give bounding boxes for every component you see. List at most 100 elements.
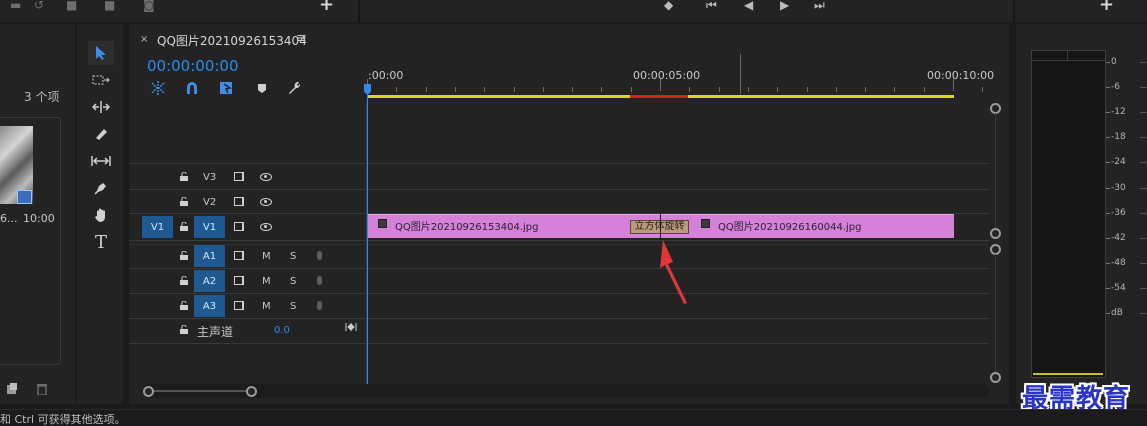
- video-scroll-knob-bottom[interactable]: [990, 228, 1001, 239]
- render-bar-red: [630, 95, 688, 98]
- track-divider: [129, 318, 989, 319]
- linked-selection-icon[interactable]: [218, 80, 234, 96]
- lock-icon[interactable]: [180, 325, 188, 334]
- marker-icon[interactable]: ◆: [664, 0, 673, 12]
- add-button[interactable]: +: [319, 0, 334, 14]
- db-tick: [1106, 87, 1110, 89]
- sequence-tab-title[interactable]: QQ图片20210926153404: [157, 32, 307, 49]
- mic-icon[interactable]: [317, 251, 322, 260]
- rewind-icon[interactable]: ◀: [744, 0, 753, 12]
- master-track-label: 主声道: [197, 325, 234, 339]
- db-side-tick: [1140, 287, 1147, 289]
- sync-lock-icon[interactable]: [234, 197, 244, 206]
- camera-icon[interactable]: ◙: [143, 0, 155, 12]
- slip-tool-icon[interactable]: [88, 149, 114, 173]
- lock-icon[interactable]: [180, 276, 188, 285]
- eye-icon[interactable]: [260, 198, 272, 206]
- mute-button[interactable]: M: [262, 276, 271, 287]
- export-icon[interactable]: ▬: [10, 0, 21, 12]
- db-side-tick: [1140, 212, 1147, 214]
- step-forward-icon[interactable]: ⏭: [814, 0, 825, 12]
- master-volume-value[interactable]: 0.0: [274, 325, 290, 336]
- add-button[interactable]: +: [1099, 0, 1114, 14]
- ripple-edit-tool-icon[interactable]: [88, 95, 114, 119]
- db-label: -12: [1111, 107, 1126, 118]
- pen-tool-icon[interactable]: [88, 176, 114, 200]
- time-ruler[interactable]: [367, 79, 987, 92]
- solo-button[interactable]: S: [290, 301, 296, 312]
- track-divider: [129, 343, 989, 344]
- zoom-range[interactable]: [152, 390, 248, 392]
- clip-1-name: QQ图片20210926153404.jpg: [395, 222, 539, 233]
- trash-icon[interactable]: [36, 383, 48, 395]
- sync-lock-icon[interactable]: [234, 251, 244, 260]
- ruler-tick: [982, 87, 984, 92]
- vertical-scroll-track[interactable]: [995, 113, 996, 228]
- playhead-timecode[interactable]: 00:00:00:00: [147, 57, 239, 75]
- db-label: -24: [1111, 157, 1126, 168]
- step-back-icon[interactable]: ⏮: [706, 0, 717, 12]
- mic-icon[interactable]: [317, 301, 322, 310]
- close-tab-icon[interactable]: ×: [140, 34, 148, 45]
- edit-point: [660, 214, 661, 240]
- lock-icon[interactable]: [180, 251, 188, 260]
- horizontal-scrollbar[interactable]: [143, 384, 989, 398]
- status-bar: [0, 409, 1147, 426]
- db-label: -54: [1111, 282, 1126, 293]
- db-tick: [1106, 162, 1110, 164]
- type-tool-icon[interactable]: T: [88, 230, 114, 254]
- panel-divider: [1013, 0, 1015, 22]
- mic-icon[interactable]: [317, 276, 322, 285]
- eye-icon[interactable]: [260, 223, 272, 231]
- ruler-tick: [630, 87, 632, 92]
- sync-lock-icon[interactable]: [234, 276, 244, 285]
- track-target-a3[interactable]: A3: [194, 295, 225, 317]
- play-icon[interactable]: ▶: [780, 0, 789, 12]
- audio-scroll-knob-bottom[interactable]: [990, 372, 1001, 383]
- track-target-a2[interactable]: A2: [194, 270, 225, 292]
- solo-button[interactable]: S: [290, 276, 296, 287]
- eye-icon[interactable]: [260, 173, 272, 181]
- image-badge-icon: [17, 190, 32, 204]
- snap-magnet-icon[interactable]: [184, 80, 200, 96]
- zoom-handle-left[interactable]: [143, 386, 154, 397]
- sync-lock-icon[interactable]: [234, 222, 244, 231]
- share-icon[interactable]: ↺: [34, 0, 44, 12]
- clip-2-name: QQ图片20210926160044.jpg: [718, 222, 862, 233]
- vertical-scroll-track[interactable]: [995, 254, 996, 372]
- track-target-a1[interactable]: A1: [194, 245, 225, 267]
- lock-icon[interactable]: [180, 197, 188, 206]
- db-label: -42: [1111, 232, 1126, 243]
- solo-button[interactable]: S: [290, 251, 296, 262]
- panel-menu-icon[interactable]: ≡: [296, 31, 307, 46]
- zoom-handle-right[interactable]: [246, 386, 257, 397]
- fx-icon: [378, 219, 387, 228]
- insert-icon[interactable]: ■: [66, 0, 77, 12]
- nest-sequence-icon[interactable]: [150, 80, 166, 96]
- track-select-tool-icon[interactable]: [88, 68, 114, 92]
- lock-icon[interactable]: [180, 172, 188, 181]
- razor-tool-icon[interactable]: [88, 122, 114, 146]
- mute-button[interactable]: M: [262, 301, 271, 312]
- lock-icon[interactable]: [180, 301, 188, 310]
- db-side-tick: [1140, 262, 1147, 264]
- track-target-v1[interactable]: V1: [194, 216, 225, 238]
- lock-icon[interactable]: [180, 222, 188, 231]
- sync-lock-icon[interactable]: [234, 172, 244, 181]
- hand-tool-icon[interactable]: [88, 203, 114, 227]
- ruler-tick: [513, 87, 515, 92]
- source-patch-v1[interactable]: V1: [142, 216, 173, 238]
- db-tick: [1106, 112, 1110, 114]
- overwrite-icon[interactable]: ■: [104, 0, 115, 12]
- sync-lock-icon[interactable]: [234, 301, 244, 310]
- track-divider: [129, 268, 989, 269]
- wrench-settings-icon[interactable]: [286, 80, 302, 96]
- mute-button[interactable]: M: [262, 251, 271, 262]
- track-divider: [129, 293, 989, 294]
- ruler-tick: [865, 87, 867, 92]
- add-marker-icon[interactable]: [254, 80, 270, 96]
- selection-tool-icon[interactable]: [88, 41, 114, 65]
- ruler-tick: [601, 87, 603, 92]
- new-item-icon[interactable]: [6, 383, 18, 395]
- master-collapse-icon[interactable]: [345, 322, 357, 332]
